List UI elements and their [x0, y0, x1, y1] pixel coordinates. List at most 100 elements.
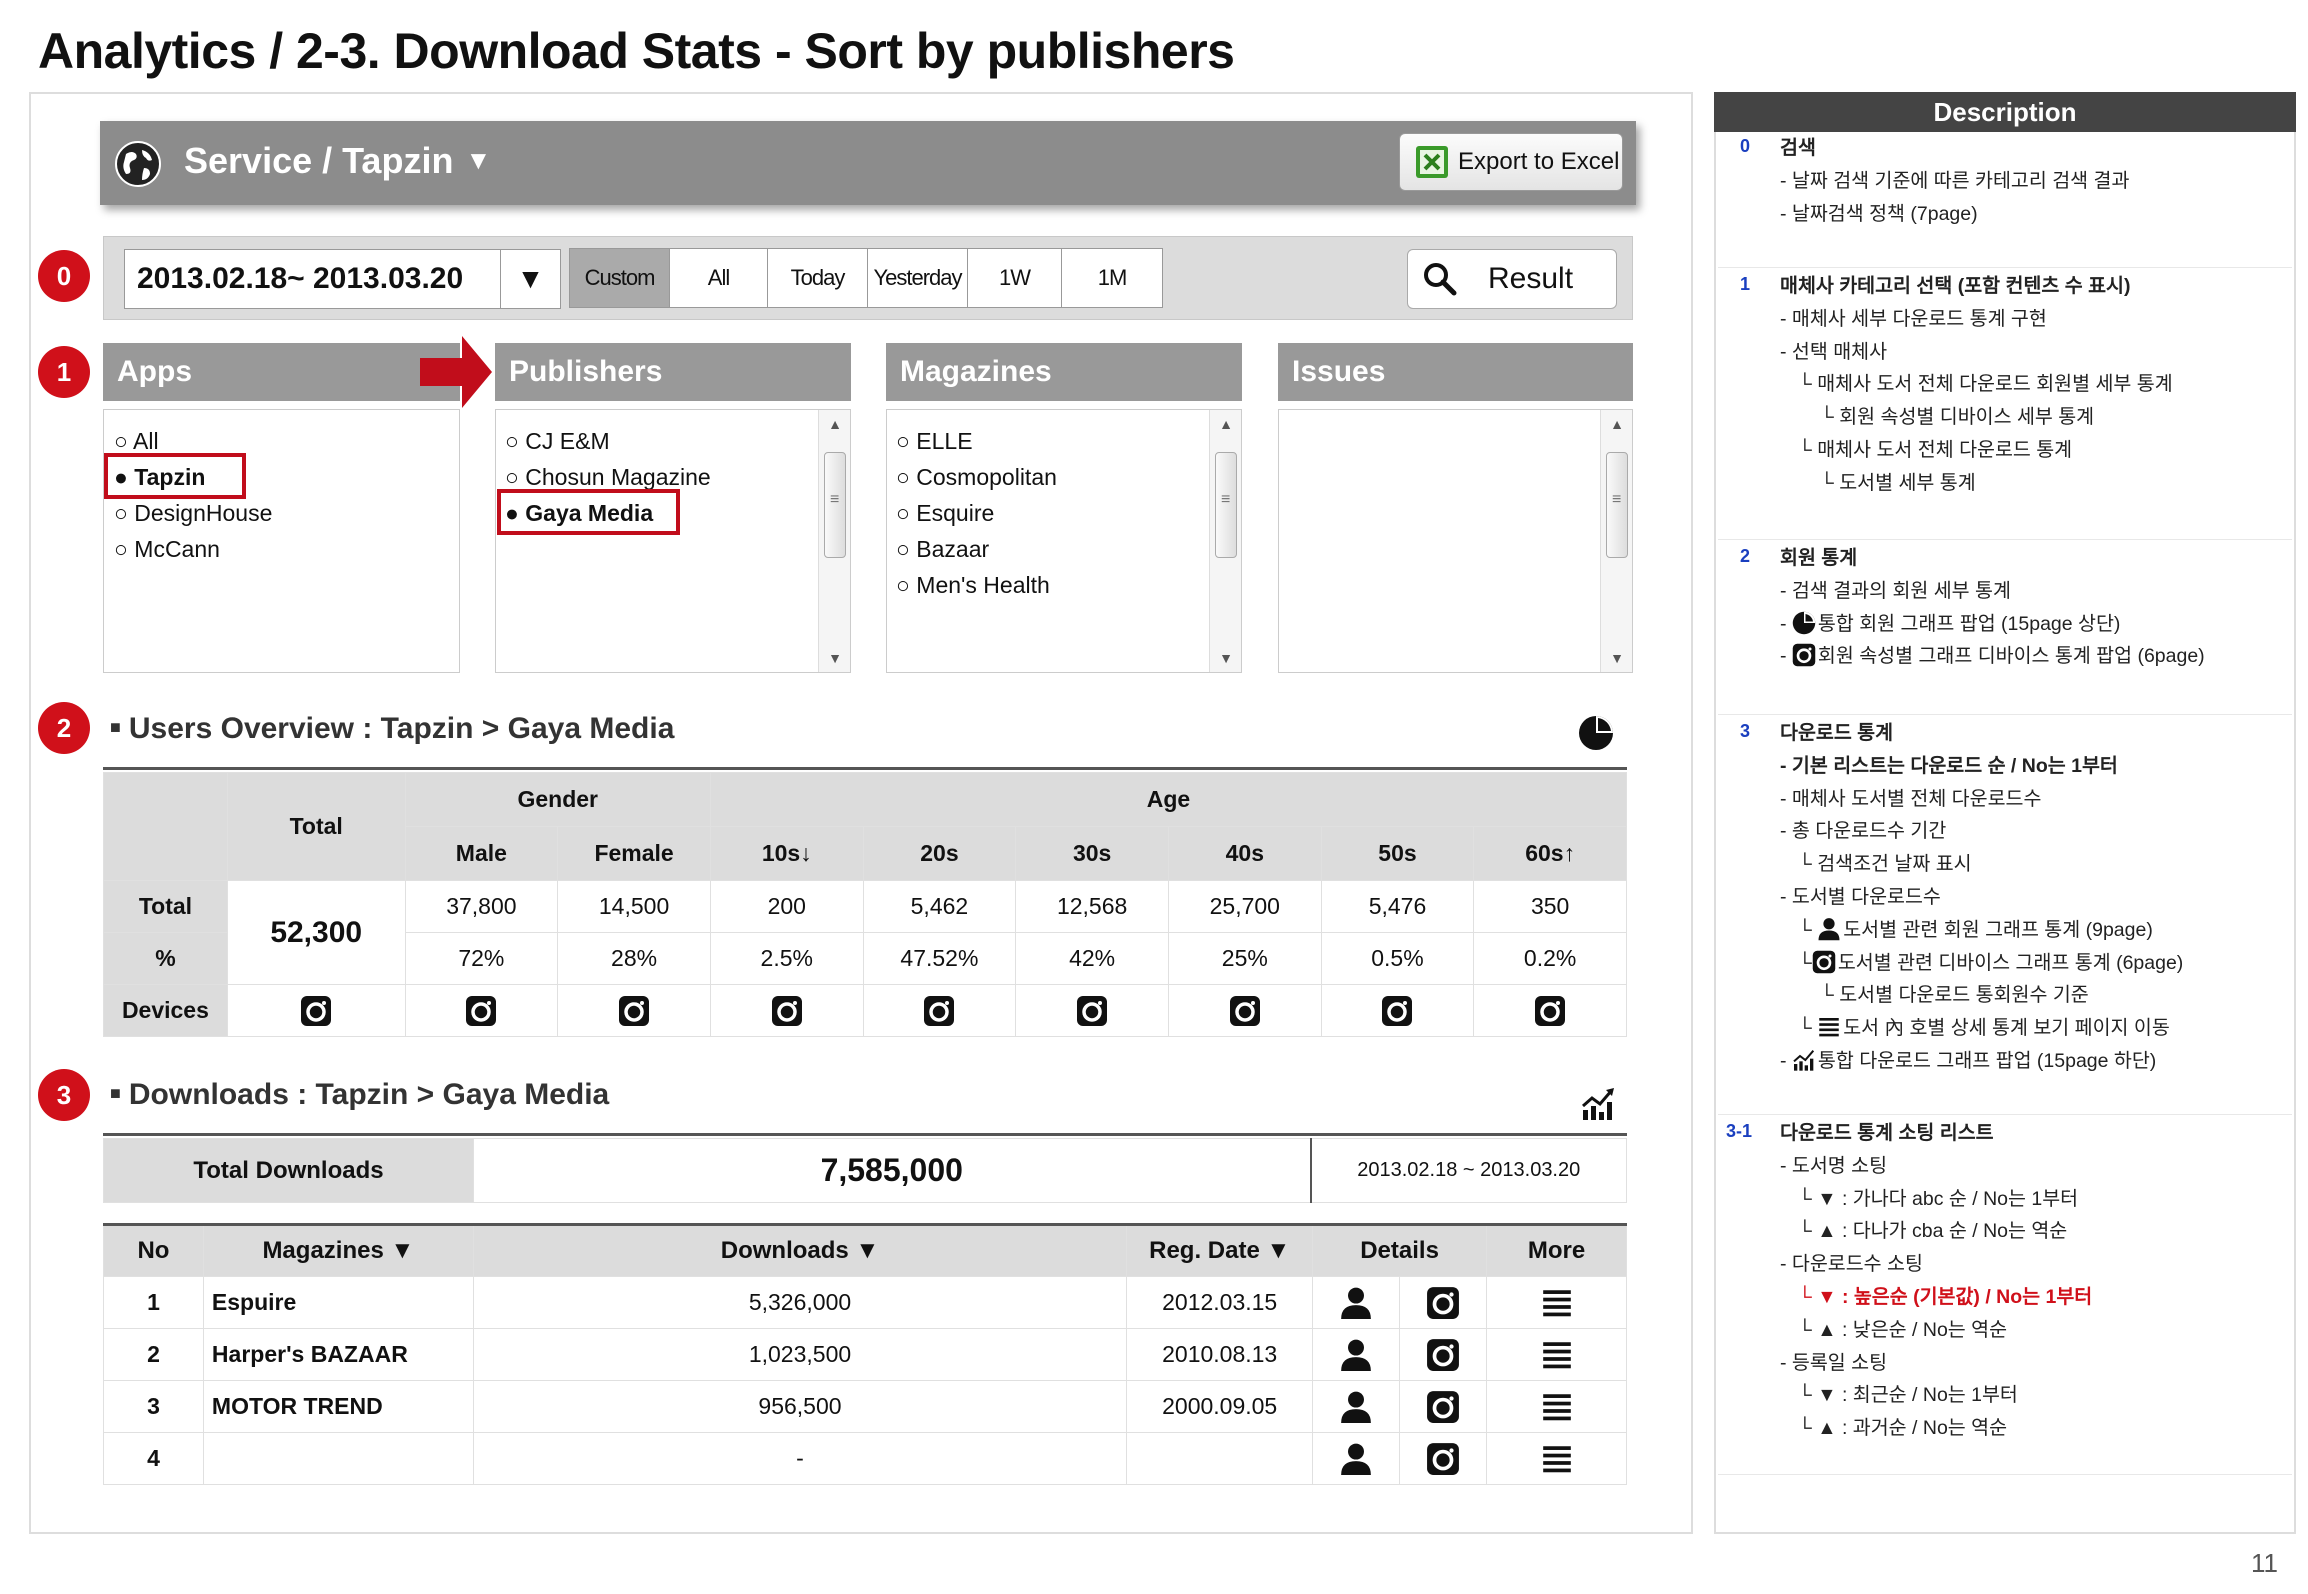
section-divider — [103, 1133, 1627, 1136]
result-search-button[interactable]: Result — [1407, 249, 1617, 309]
description-line-text: 도서별 관련 회원 그래프 통계 (9page) — [1843, 918, 2153, 941]
more-details-button[interactable] — [1486, 1328, 1627, 1381]
percent-cell: 28% — [557, 932, 711, 985]
publishers-item-cj-em[interactable]: ○ CJ E&M — [505, 428, 610, 455]
preset-all-button[interactable]: All — [670, 249, 768, 307]
total-downloads-value: 7,585,000 — [473, 1138, 1311, 1203]
description-line: 다운로드 통계 — [1780, 717, 2183, 750]
total-cell: 350 — [1473, 880, 1627, 933]
description-line: └ 도서별 다운로드 통회원수 기준 — [1780, 979, 2183, 1012]
description-line-text: └ ▲ : 낮은순 / No는 역순 — [1798, 1318, 2008, 1341]
more-details-button[interactable] — [1486, 1432, 1627, 1485]
age-50s-header: 50s — [1320, 826, 1475, 881]
description-line-text: - 도서명 소팅 — [1780, 1154, 1888, 1177]
service-title-label: Service / Tapzin — [184, 140, 454, 181]
devices-cell[interactable] — [226, 984, 406, 1037]
list-icon — [1540, 1338, 1574, 1372]
magazines-item-elle[interactable]: ○ ELLE — [896, 428, 973, 455]
user-icon — [1339, 1442, 1373, 1476]
description-section-number: 3 — [1740, 721, 1751, 741]
camera-icon[interactable] — [1229, 995, 1261, 1027]
preset-today-button[interactable]: Today — [768, 249, 868, 307]
preset-1w-button[interactable]: 1W — [968, 249, 1062, 307]
service-selector[interactable]: Service / Tapzin ▼ — [184, 140, 491, 182]
date-range-select[interactable]: 2013.02.18~ 2013.03.20 ▼ — [124, 249, 561, 309]
preset-yesterday-button[interactable]: Yesterday — [868, 249, 968, 307]
magazines-scrollbar[interactable]: ▲▼ — [1209, 410, 1241, 672]
camera-icon[interactable] — [465, 995, 497, 1027]
description-line-text: - 날짜 검색 기준에 따른 카테고리 검색 결과 — [1780, 169, 2130, 192]
col-magazines-sort-header[interactable]: Magazines ▼ — [202, 1224, 474, 1277]
row-reg-date — [1126, 1432, 1314, 1485]
devices-cell[interactable] — [1320, 984, 1475, 1037]
total-cell: 5,476 — [1320, 880, 1475, 933]
member-stats-button[interactable] — [1312, 1432, 1401, 1485]
total-downloads-label: Total Downloads — [103, 1138, 474, 1203]
issues-scrollbar[interactable]: ▲▼ — [1600, 410, 1632, 672]
devices-cell[interactable] — [1473, 984, 1627, 1037]
result-label: Result — [1488, 262, 1574, 295]
col-details-header: Details — [1312, 1224, 1488, 1277]
camera-icon[interactable] — [1381, 995, 1413, 1027]
pie-chart-icon[interactable] — [1577, 714, 1615, 752]
export-to-excel-button[interactable]: Export to Excel — [1399, 133, 1623, 191]
female-header: Female — [557, 826, 711, 881]
member-stats-button[interactable] — [1312, 1328, 1401, 1381]
description-line: └ 회원 속성별 디바이스 세부 통계 — [1780, 401, 2173, 434]
camera-icon[interactable] — [1534, 995, 1566, 1027]
description-line: - 다운로드수 소팅 — [1780, 1248, 2092, 1281]
magazines-item-cosmopolitan[interactable]: ○ Cosmopolitan — [896, 464, 1057, 491]
preset-custom-button[interactable]: Custom — [570, 249, 670, 307]
description-line: └ 검색조건 날짜 표시 — [1780, 848, 2183, 881]
camera-icon[interactable] — [1076, 995, 1108, 1027]
device-stats-button[interactable] — [1399, 1328, 1488, 1381]
camera-icon[interactable] — [618, 995, 650, 1027]
member-stats-button[interactable] — [1312, 1380, 1401, 1433]
devices-cell[interactable] — [404, 984, 559, 1037]
devices-cell[interactable] — [557, 984, 711, 1037]
col-reg-date-sort-header[interactable]: Reg. Date ▼ — [1126, 1224, 1314, 1277]
description-line: └ 매체사 도서 전체 다운로드 회원별 세부 통계 — [1780, 368, 2173, 401]
devices-cell[interactable] — [709, 984, 864, 1037]
description-line: - 기본 리스트는 다운로드 순 / No는 1부터 — [1780, 750, 2183, 783]
description-line-text: 도서 內 호별 상세 통계 보기 페이지 이동 — [1843, 1017, 2170, 1040]
member-stats-button[interactable] — [1312, 1276, 1401, 1329]
device-stats-button[interactable] — [1399, 1380, 1488, 1433]
device-stats-button[interactable] — [1399, 1276, 1488, 1329]
description-line: - 회원 속성별 그래프 디바이스 통계 팝업 (6page) — [1780, 644, 2205, 668]
description-line-text: └ 회원 속성별 디바이스 세부 통계 — [1820, 406, 2095, 429]
more-details-button[interactable] — [1486, 1276, 1627, 1329]
more-details-button[interactable] — [1486, 1380, 1627, 1433]
description-line-text: - 다운로드수 소팅 — [1780, 1253, 1923, 1276]
list-icon — [1540, 1286, 1574, 1320]
caret-down-icon: ▼ — [465, 145, 492, 175]
publishers-item-chosun-magazine[interactable]: ○ Chosun Magazine — [505, 464, 711, 491]
arrow-right-icon — [420, 336, 492, 408]
publishers-scrollbar[interactable]: ▲▼ — [818, 410, 850, 672]
camera-icon[interactable] — [300, 995, 332, 1027]
camera-icon[interactable] — [771, 995, 803, 1027]
magazines-item-bazaar[interactable]: ○ Bazaar — [896, 536, 989, 563]
camera-icon[interactable] — [923, 995, 955, 1027]
downloads-title: ■ Downloads : Tapzin > Gaya Media — [110, 1078, 610, 1111]
device-stats-button[interactable] — [1399, 1432, 1488, 1485]
devices-cell[interactable] — [1167, 984, 1322, 1037]
dropdown-arrow-icon[interactable]: ▼ — [500, 250, 560, 308]
col-downloads-sort-header[interactable]: Downloads ▼ — [472, 1224, 1128, 1277]
description-section: 1 매체사 카테고리 선택 (포함 컨텐츠 수 표시) - 매체사 세부 다운로드 … — [1718, 268, 2292, 540]
devices-cell[interactable] — [1015, 984, 1169, 1037]
preset-1m-button[interactable]: 1M — [1062, 249, 1162, 307]
devices-cell[interactable] — [862, 984, 1017, 1037]
apps-item-designhouse[interactable]: ○ DesignHouse — [114, 500, 272, 527]
user-icon — [1339, 1390, 1373, 1424]
description-line-text: └ 매체사 도서 전체 다운로드 회원별 세부 통계 — [1798, 373, 2173, 396]
apps-item-mccann[interactable]: ○ McCann — [114, 536, 220, 563]
trend-chart-icon[interactable] — [1580, 1086, 1616, 1122]
row-no: 2 — [103, 1328, 204, 1381]
apps-item-all[interactable]: ○ All — [114, 428, 159, 455]
magazines-item-esquire[interactable]: ○ Esquire — [896, 500, 994, 527]
description-line-text: └ 매체사 도서 전체 다운로드 통계 — [1798, 438, 2073, 461]
description-line-text: 매체사 카테고리 선택 (포함 컨텐츠 수 표시) — [1780, 275, 2131, 297]
camera-icon — [1426, 1338, 1460, 1372]
magazines-item-mens-health[interactable]: ○ Men's Health — [896, 572, 1050, 599]
